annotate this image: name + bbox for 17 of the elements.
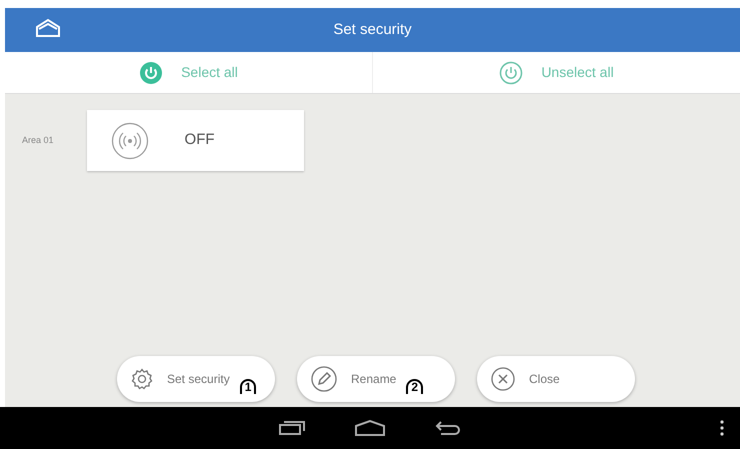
area-label: Area 01: [22, 134, 54, 147]
callout-number: 1: [240, 378, 256, 394]
recent-apps-icon[interactable]: [279, 420, 305, 436]
area-status: OFF: [184, 130, 215, 150]
settings-icon: [131, 368, 153, 390]
action-button[interactable]: Rename 2: [297, 356, 455, 402]
area-card[interactable]: OFF: [86, 110, 304, 171]
close-icon: [491, 367, 515, 391]
home-icon[interactable]: [355, 420, 385, 436]
callout-number: 2: [406, 378, 424, 394]
header-title: Set security: [333, 20, 412, 40]
action-button[interactable]: Close: [477, 356, 635, 402]
action-button[interactable]: Set security 1: [117, 356, 275, 402]
alarm-signal-icon: [110, 122, 149, 160]
back-icon[interactable]: [435, 420, 461, 436]
menu-icon[interactable]: [720, 420, 724, 436]
pencil-icon: [311, 366, 337, 392]
